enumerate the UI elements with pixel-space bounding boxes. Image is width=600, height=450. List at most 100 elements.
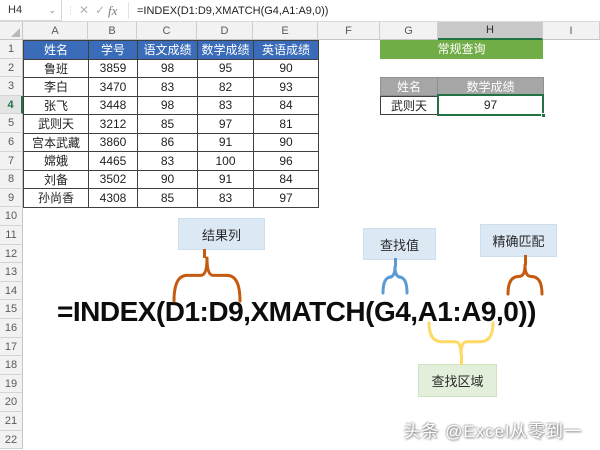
table-cell[interactable]: 84	[253, 95, 319, 115]
row-header-9[interactable]: 9	[0, 188, 23, 208]
table-cell[interactable]: 3860	[88, 132, 138, 152]
table-cell[interactable]: 82	[197, 77, 254, 97]
row-header-6[interactable]: 6	[0, 133, 23, 152]
row-header-16[interactable]: 16	[0, 319, 23, 338]
table-cell[interactable]: 宫本武藏	[23, 132, 89, 152]
active-result-cell[interactable]: 97	[437, 94, 544, 116]
column-header-I[interactable]: I	[543, 22, 600, 40]
table-header[interactable]: 学号	[88, 40, 138, 60]
chevron-down-icon[interactable]: ⌄	[48, 0, 56, 21]
table-cell[interactable]: 武则天	[23, 114, 89, 134]
cancel-icon[interactable]: ✕	[76, 0, 92, 21]
table-cell[interactable]: 85	[137, 188, 198, 208]
table-row: 刘备 3502 90 91 84	[23, 169, 319, 189]
insert-function-icon[interactable]: fx	[108, 0, 117, 21]
table-cell[interactable]: 3212	[88, 114, 138, 134]
row-header-12[interactable]: 12	[0, 244, 23, 264]
table-cell[interactable]: 83	[197, 95, 254, 115]
table-row: 鲁班 3859 98 95 90	[23, 58, 319, 78]
callout-lookup-range: 查找区域	[418, 364, 497, 397]
name-box[interactable]: H4 ⌄	[0, 0, 62, 21]
table-cell[interactable]: 鲁班	[23, 58, 89, 78]
score-table[interactable]: 姓名 学号 语文成绩 数学成绩 英语成绩 鲁班 3859 98 95 90 李白 3470 83 82 93…	[23, 40, 319, 208]
query-title-cell[interactable]: 常规查询	[380, 40, 543, 59]
column-header-D[interactable]: D	[197, 22, 253, 40]
table-cell[interactable]: 97	[253, 188, 319, 208]
table-cell[interactable]: 81	[253, 114, 319, 134]
table-cell[interactable]: 91	[197, 132, 254, 152]
row-header-11[interactable]: 11	[0, 226, 23, 245]
table-cell[interactable]: 93	[253, 77, 319, 97]
table-cell[interactable]: 86	[137, 132, 198, 152]
table-cell[interactable]: 90	[253, 132, 319, 152]
table-cell[interactable]: 3502	[88, 169, 138, 189]
table-cell[interactable]: 95	[197, 58, 254, 78]
column-header-G[interactable]: G	[380, 22, 438, 40]
table-cell[interactable]: 96	[253, 151, 319, 171]
row-header-19[interactable]: 19	[0, 374, 23, 394]
table-cell[interactable]: 孙尚香	[23, 188, 89, 208]
row-header-15[interactable]: 15	[0, 300, 23, 319]
table-row: 孙尚香 4308 85 83 97	[23, 188, 319, 208]
table-cell[interactable]: 97	[197, 114, 254, 134]
row-header-2[interactable]: 2	[0, 58, 23, 78]
table-header[interactable]: 英语成绩	[253, 40, 319, 60]
query-header-name[interactable]: 姓名	[380, 77, 438, 96]
table-cell[interactable]: 91	[197, 169, 254, 189]
table-cell[interactable]: 98	[137, 58, 198, 78]
column-header-C[interactable]: C	[137, 22, 197, 40]
table-cell[interactable]: 3859	[88, 58, 138, 78]
row-header-7[interactable]: 7	[0, 151, 23, 171]
table-row: 嫦娥 4465 83 100 96	[23, 151, 319, 171]
fill-handle[interactable]	[541, 113, 546, 118]
row-header-8[interactable]: 8	[0, 170, 23, 189]
table-cell[interactable]: 4465	[88, 151, 138, 171]
row-header-5[interactable]: 5	[0, 114, 23, 133]
table-header[interactable]: 数学成绩	[197, 40, 254, 60]
enter-icon[interactable]: ✓	[92, 0, 108, 21]
table-cell[interactable]: 3448	[88, 95, 138, 115]
table-row: 李白 3470 83 82 93	[23, 77, 319, 97]
brace-stem	[460, 354, 463, 365]
column-header-A[interactable]: A	[23, 22, 88, 40]
row-header-13[interactable]: 13	[0, 263, 23, 282]
table-cell[interactable]: 84	[253, 169, 319, 189]
column-header-H[interactable]: H	[438, 22, 543, 40]
table-cell[interactable]: 83	[137, 77, 198, 97]
column-header-F[interactable]: F	[318, 22, 380, 40]
row-header-1[interactable]: 1	[0, 40, 23, 59]
row-header-21[interactable]: 21	[0, 412, 23, 431]
column-header-E[interactable]: E	[253, 22, 318, 40]
row-header-20[interactable]: 20	[0, 393, 23, 412]
row-header-4[interactable]: 4	[0, 95, 23, 115]
name-box-value: H4	[8, 4, 23, 16]
row-header-14[interactable]: 14	[0, 281, 23, 301]
row-header-10[interactable]: 10	[0, 207, 23, 226]
table-cell[interactable]: 85	[137, 114, 198, 134]
row-header-17[interactable]: 17	[0, 337, 23, 357]
table-cell[interactable]: 98	[137, 95, 198, 115]
row-header-3[interactable]: 3	[0, 77, 23, 96]
callout-lookup-value: 查找值	[363, 228, 436, 260]
table-cell[interactable]: 83	[197, 188, 254, 208]
lookup-name-cell[interactable]: 武则天	[380, 96, 438, 115]
table-cell[interactable]: 4308	[88, 188, 138, 208]
table-cell[interactable]: 3470	[88, 77, 138, 97]
select-all-button[interactable]	[0, 22, 23, 40]
table-cell[interactable]: 嫦娥	[23, 151, 89, 171]
row-header-22[interactable]: 22	[0, 430, 23, 450]
table-cell[interactable]: 100	[197, 151, 254, 171]
formula-bar-strip: H4 ⌄ ⋮ ✕ ✓ fx =INDEX(D1:D9,XMATCH(G4,A1:…	[0, 0, 600, 22]
table-cell[interactable]: 张飞	[23, 95, 89, 115]
table-header[interactable]: 语文成绩	[137, 40, 198, 60]
row-header-18[interactable]: 18	[0, 356, 23, 375]
table-row: 武则天 3212 85 97 81	[23, 114, 319, 134]
table-cell[interactable]: 90	[253, 58, 319, 78]
formula-bar[interactable]: =INDEX(D1:D9,XMATCH(G4,A1:A9,0))	[137, 0, 328, 21]
table-header[interactable]: 姓名	[23, 40, 89, 60]
column-header-B[interactable]: B	[88, 22, 137, 40]
table-cell[interactable]: 刘备	[23, 169, 89, 189]
table-cell[interactable]: 90	[137, 169, 198, 189]
table-cell[interactable]: 李白	[23, 77, 89, 97]
table-cell[interactable]: 83	[137, 151, 198, 171]
